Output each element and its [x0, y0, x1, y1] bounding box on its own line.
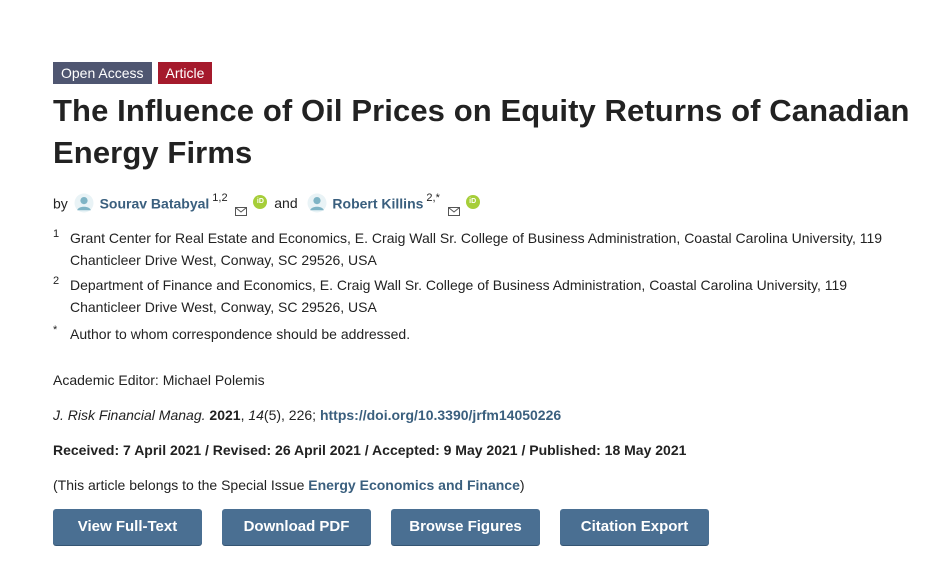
special-issue-line: (This article belongs to the Special Iss…	[53, 475, 525, 495]
special-issue-prefix: (This article belongs to the Special Iss…	[53, 477, 309, 493]
open-access-badge[interactable]: Open Access	[53, 62, 152, 84]
affiliation-number: 1	[53, 228, 60, 240]
author-icon[interactable]	[307, 193, 327, 213]
academic-editor: Academic Editor: Michael Polemis	[53, 372, 265, 388]
download-pdf-button[interactable]: Download PDF	[222, 509, 371, 545]
special-issue-suffix: )	[519, 477, 525, 493]
affiliation-number: *	[53, 324, 58, 336]
affiliation-text: Author to whom correspondence should be …	[70, 326, 411, 342]
special-issue-link[interactable]: Energy Economics and Finance	[308, 477, 520, 493]
view-full-text-button[interactable]: View Full-Text	[53, 509, 202, 545]
action-buttons: View Full-Text Download PDF Browse Figur…	[53, 509, 709, 545]
orcid-icon[interactable]: iD	[465, 195, 480, 209]
browse-figures-button[interactable]: Browse Figures	[391, 509, 540, 545]
author-name-1[interactable]: Sourav Batabyal	[100, 195, 210, 211]
affiliation-1: 1 Grant Center for Real Estate and Econo…	[53, 227, 900, 271]
affiliation-2: 2 Department of Finance and Economics, E…	[53, 274, 900, 318]
affiliation-text: Grant Center for Real Estate and Economi…	[70, 230, 883, 268]
author-line: by Sourav Batabyal 1,2 iD and Robert Kill	[53, 186, 480, 216]
affiliation-number: 2	[53, 275, 60, 287]
author-name-2[interactable]: Robert Killins	[332, 195, 423, 211]
author-affil-sup-1: 1,2	[212, 192, 228, 204]
article-header: Open Access Article The Influence of Oil…	[0, 0, 941, 573]
citation-year: 2021	[209, 407, 241, 423]
article-type-badge[interactable]: Article	[157, 62, 213, 84]
author-affil-sup-2: 2,*	[426, 192, 440, 204]
orcid-icon[interactable]: iD	[253, 195, 268, 209]
journal-name: J. Risk Financial Manag.	[53, 407, 206, 423]
doi-link[interactable]: https://doi.org/10.3390/jrfm14050226	[320, 407, 561, 423]
mail-icon[interactable]	[235, 199, 248, 216]
correspondence-note: * Author to whom correspondence should b…	[53, 323, 900, 345]
publication-dates: Received: 7 April 2021 / Revised: 26 Apr…	[53, 442, 687, 458]
citation-volume: 14	[248, 407, 264, 423]
affiliation-text: Department of Finance and Economics, E. …	[70, 277, 848, 315]
citation-line: J. Risk Financial Manag. 2021, 14(5), 22…	[53, 407, 562, 423]
and-label: and	[274, 195, 298, 212]
mail-icon[interactable]	[447, 199, 460, 216]
author-icon[interactable]	[74, 193, 94, 213]
article-title: The Influence of Oil Prices on Equity Re…	[53, 93, 910, 170]
by-label: by	[53, 195, 68, 212]
badge-row: Open Access Article	[53, 62, 213, 84]
citation-issue: (5), 226;	[263, 407, 317, 423]
citation-export-button[interactable]: Citation Export	[560, 509, 709, 545]
